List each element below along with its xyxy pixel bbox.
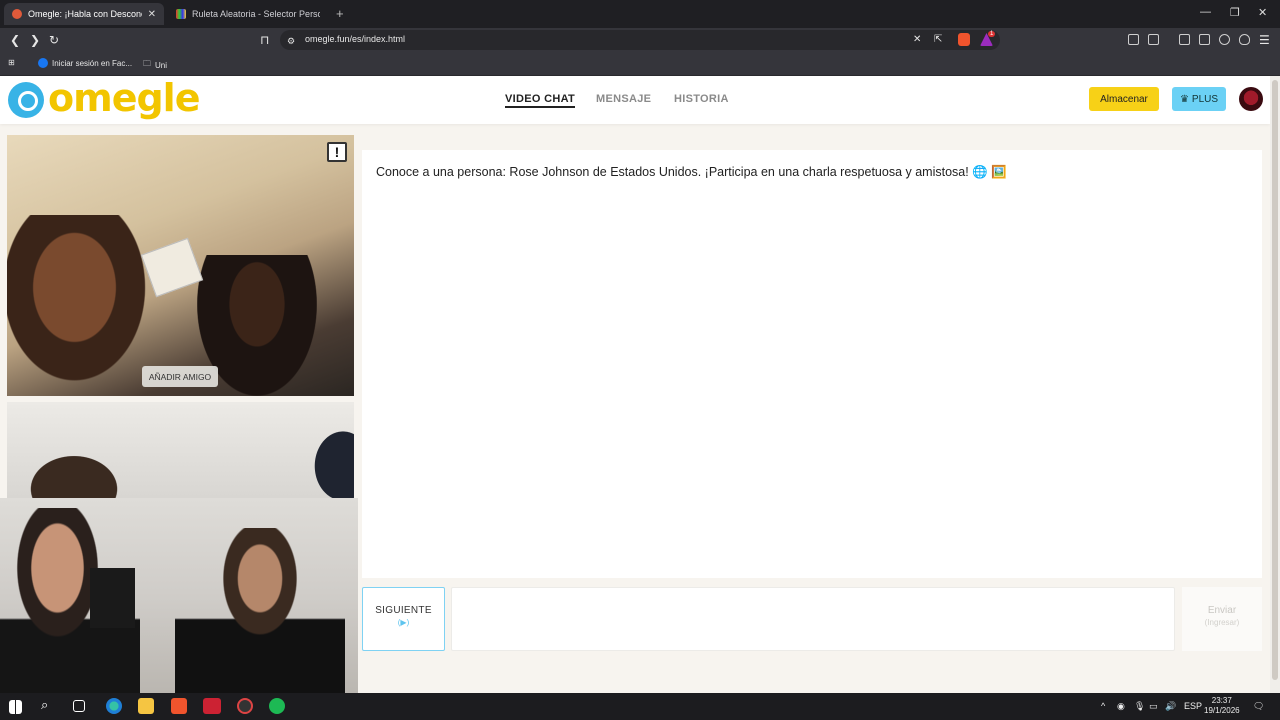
folder-icon: 🗀 [143,59,151,68]
spotify-icon[interactable] [269,698,285,714]
minimize-icon[interactable]: — [1200,6,1211,18]
wallet-icon[interactable] [1199,34,1210,45]
message-input[interactable] [451,587,1175,651]
menu-icon[interactable]: ☰ [1259,33,1270,47]
streamer-webcam-overlay [0,498,358,698]
send-button[interactable]: Enviar (Ingresar) [1182,587,1262,651]
tab-omegle[interactable]: Omegle: ¡Habla con Desconocidos ✕ [4,3,164,25]
stream-app-icon[interactable] [203,698,221,714]
translate-icon[interactable]: ✕ [913,33,921,47]
bookmark-label: Iniciar sesión en Fac... [52,58,133,68]
close-window-icon[interactable]: ✕ [1258,6,1267,19]
language-indicator[interactable]: ESP [1184,701,1202,711]
bookmark-folder-uni[interactable]: 🗀 Uni [143,58,167,72]
browser-tab-strip: Omegle: ¡Habla con Desconocidos ✕ Ruleta… [0,0,1280,28]
close-tab-icon[interactable]: ✕ [148,9,156,20]
store-button[interactable]: Almacenar [1089,87,1159,111]
windows-start-icon[interactable] [9,700,22,714]
tab-title: Omegle: ¡Habla con Desconocidos [28,9,142,19]
url-text: omegle.fun/es/index.html [305,34,406,44]
vpn-shield-icon[interactable] [1239,34,1250,45]
user-avatar[interactable] [1239,87,1263,111]
extensions-icon[interactable] [1128,34,1139,45]
reload-icon[interactable]: ↻ [49,33,59,47]
monitor [90,568,135,628]
next-label: SIGUIENTE [375,605,432,616]
leo-ai-icon[interactable] [1219,34,1230,45]
task-view-icon[interactable] [73,700,85,712]
tray-chevron-icon[interactable]: ^ [1101,701,1105,711]
nav-mensaje[interactable]: MENSAJE [596,93,651,105]
nav-historia[interactable]: HISTORIA [674,93,729,105]
crown-icon: ♛ [1179,93,1189,105]
tab-ruleta[interactable]: Ruleta Aleatoria - Selector Personalizad… [168,3,328,25]
brave-shield-icon[interactable] [958,33,970,46]
clock[interactable]: 23:37 19/1/2026 [1204,696,1240,716]
file-explorer-icon[interactable] [138,698,154,714]
ruleta-favicon-icon [176,9,186,19]
search-icon[interactable]: ⌕ [41,697,57,713]
notifications-icon[interactable]: 🗨 [1253,701,1264,712]
send-label: Enviar [1207,605,1237,616]
bookmark-icon[interactable]: ⊓ [260,33,269,47]
taskbar: ⌕ ^ ◉ 🎙 ▭ 🔊 ESP 23:37 19/1/2026 🗨 [0,693,1280,720]
network-icon[interactable]: ▭ [1149,701,1158,712]
screen: Omegle: ¡Habla con Desconocidos ✕ Ruleta… [0,0,1280,720]
site-logo[interactable]: omegle [48,76,200,120]
bookmark-facebook[interactable]: Iniciar sesión en Fac... [38,58,132,68]
stranger-video [7,135,354,396]
back-icon[interactable]: ❮ [10,33,20,47]
plus-button[interactable]: ♛ PLUS [1172,87,1226,111]
site-settings-icon[interactable]: ⚙ [287,34,295,48]
facebook-icon [38,58,48,68]
obs-icon[interactable] [237,698,253,714]
report-button[interactable]: ! [327,142,347,162]
system-message: Conoce a una persona: Rose Johnson de Es… [376,165,1007,179]
microphone-icon[interactable]: 🎙 [1134,701,1145,712]
omegle-logo-icon[interactable] [8,82,44,118]
tray-app-icon[interactable]: ◉ [1117,701,1125,712]
video-figure [7,215,157,396]
brave-taskbar-icon[interactable] [171,698,187,714]
apps-grid-icon[interactable]: ⊞ [8,58,15,67]
site-header: omegle VIDEO CHAT MENSAJE HISTORIA Almac… [0,76,1270,124]
omegle-favicon-icon [12,9,22,19]
add-friend-button[interactable]: AÑADIR AMIGO [142,366,218,387]
chat-panel: Conoce a una persona: Rose Johnson de Es… [362,150,1262,578]
next-button[interactable]: SIGUIENTE (▶) [362,587,445,651]
edge-icon[interactable] [106,698,122,714]
scrollbar-thumb[interactable] [1272,80,1278,680]
share-icon[interactable]: ⇱ [934,33,942,47]
volume-icon[interactable]: 🔊 [1165,701,1176,712]
bookmark-label: Uni [155,60,168,70]
video-figure [175,528,345,698]
reading-list-icon[interactable] [1148,34,1159,45]
video-figure [19,447,129,498]
sidebar-icon[interactable] [1179,34,1190,45]
forward-icon[interactable]: ❯ [30,33,40,47]
nav-video-chat[interactable]: VIDEO CHAT [505,93,576,108]
browser-toolbar: ❮ ❯ ↻ ⊓ ⚙ omegle.fun/es/index.html ✕ ⇱ 1… [0,28,1280,52]
send-shortcut: (Ingresar) [1204,618,1240,627]
new-tab-icon[interactable]: + [336,6,344,21]
video-figure [307,422,354,498]
self-video [7,402,354,498]
clock-date: 19/1/2026 [1204,706,1240,715]
maximize-icon[interactable]: ❐ [1230,6,1240,19]
web-page: omegle VIDEO CHAT MENSAJE HISTORIA Almac… [0,76,1270,698]
next-shortcut: (▶) [397,618,410,627]
bookmarks-bar: ⊞ Iniciar sesión en Fac... 🗀 Uni [0,52,1280,76]
clock-time: 23:37 [1211,696,1232,705]
plus-label: PLUS [1191,93,1219,105]
tab-title: Ruleta Aleatoria - Selector Personalizad… [192,9,320,19]
